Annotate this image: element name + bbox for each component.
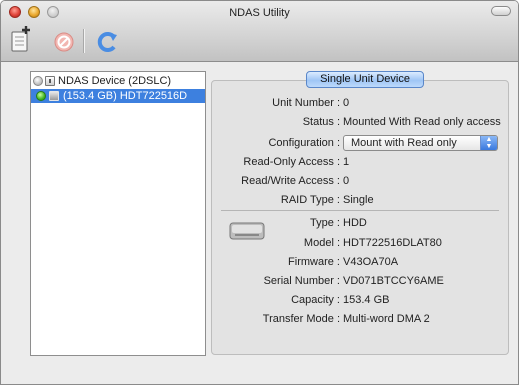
status-label: Status : (302, 116, 340, 128)
serial-number-value: VD071BTCCY6AME (343, 275, 444, 287)
grey-status-icon (33, 76, 43, 86)
green-status-icon (36, 91, 46, 101)
section-divider (221, 210, 499, 211)
stop-icon (54, 32, 74, 52)
capacity-value: 153.4 GB (343, 294, 390, 306)
add-device-icon (11, 26, 30, 52)
stop-button[interactable] (51, 25, 79, 55)
type-value: HDD (343, 217, 367, 229)
configuration-select[interactable]: Mount with Read only ▲ ▼ (343, 135, 498, 151)
add-device-button[interactable] (9, 25, 37, 55)
ndas-utility-window: NDAS Utility NDAS Device (2DSLC) (153.4 … (0, 0, 519, 385)
serial-number-label: Serial Number : (263, 275, 340, 287)
toolbar-toggle-button[interactable] (491, 6, 511, 16)
unit-number-value: 0 (343, 97, 350, 109)
model-value: HDT722516DLAT80 (343, 237, 442, 249)
read-write-access-value: 0 (343, 175, 350, 187)
window-title: NDAS Utility (229, 7, 290, 19)
tree-item-unit-label: (153.4 GB) HDT722516D (63, 90, 188, 102)
firmware-value: V43OA70A (343, 256, 399, 268)
refresh-button[interactable] (93, 25, 121, 55)
unit-number-label: Unit Number : (272, 97, 340, 109)
device-tree[interactable]: NDAS Device (2DSLC) (153.4 GB) HDT722516… (30, 71, 206, 356)
tree-item-device-label: NDAS Device (2DSLC) (58, 75, 172, 87)
tab-single-unit-device[interactable]: Single Unit Device (306, 71, 424, 88)
refresh-icon (97, 32, 117, 52)
firmware-label: Firmware : (288, 256, 340, 268)
model-label: Model : (303, 237, 340, 249)
raid-type-label: RAID Type : (280, 194, 340, 206)
raid-type-value: Single (343, 194, 374, 206)
chevron-updown-icon: ▲ ▼ (480, 136, 497, 150)
tree-item-unit[interactable]: (153.4 GB) HDT722516D (31, 89, 205, 103)
hard-disk-icon (229, 222, 265, 240)
tree-item-device[interactable]: NDAS Device (2DSLC) (31, 74, 205, 88)
configuration-label: Configuration : (268, 137, 340, 149)
transfer-mode-value: Multi-word DMA 2 (343, 313, 430, 325)
hdd-icon (49, 91, 59, 101)
type-label: Type : (310, 217, 340, 229)
toolbar-separator (83, 29, 85, 53)
device-icon (45, 76, 55, 86)
capacity-label: Capacity : (291, 294, 340, 306)
read-write-access-label: Read/Write Access : (241, 175, 340, 187)
transfer-mode-label: Transfer Mode : (262, 313, 340, 325)
configuration-value: Mount with Read only (351, 137, 457, 149)
read-only-access-value: 1 (343, 156, 350, 168)
status-value: Mounted With Read only access (343, 116, 501, 128)
read-only-access-label: Read-Only Access : (243, 156, 340, 168)
titlebar: NDAS Utility (1, 1, 518, 62)
